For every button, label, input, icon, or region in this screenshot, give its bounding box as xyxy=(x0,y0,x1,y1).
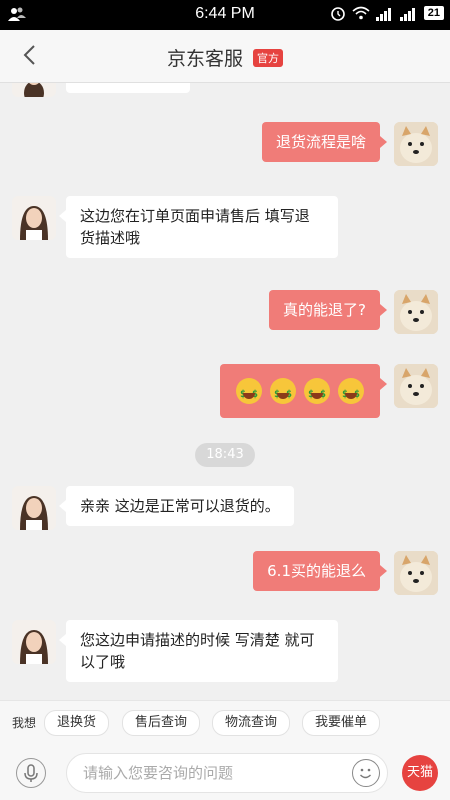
input-bar: 请输入您要咨询的问题 天猫 xyxy=(0,745,450,800)
agent-avatar xyxy=(12,620,56,664)
quick-replies-bar: 我想 退换货 售后查询 物流查询 我要催单 xyxy=(0,700,450,745)
money-face-icon: $$ xyxy=(270,378,296,404)
wifi-icon xyxy=(352,6,370,20)
quick-reply-urge[interactable]: 我要催单 xyxy=(302,710,381,736)
agent-avatar xyxy=(12,486,56,530)
official-badge: 官方 xyxy=(253,48,284,67)
message-bubble-partial xyxy=(66,83,190,93)
user-message: 退货流程是啥 xyxy=(261,122,388,162)
user-emoji-message: $$ $$ $$ $$ xyxy=(220,364,387,418)
user-message: 真的能退了? xyxy=(269,290,387,330)
status-bar: 6:44 PM 21 xyxy=(0,0,450,30)
emoji-icon[interactable] xyxy=(352,759,380,787)
agent-avatar xyxy=(12,83,56,97)
user-avatar xyxy=(394,551,438,595)
microphone-icon[interactable] xyxy=(16,758,46,788)
quick-replies-label: 我想 xyxy=(12,716,37,730)
user-avatar xyxy=(394,122,438,166)
tmall-button[interactable]: 天猫 xyxy=(402,755,438,791)
alarm-icon xyxy=(330,7,345,21)
page-title: 京东客服 xyxy=(166,48,243,70)
chat-timestamp: 18:43 xyxy=(195,443,255,467)
battery-indicator: 21 xyxy=(423,6,444,20)
chat-header: 京东客服 官方 xyxy=(0,30,450,83)
agent-message: 您这边申请描述的时候 写清楚 就可以了哦 xyxy=(59,620,338,682)
user-avatar xyxy=(394,364,438,408)
chat-area[interactable]: 退货流程是啥 这边您在订单页面申请售后 填写退货描述哦 真的能退了? $ $ $ $… xyxy=(0,83,450,698)
money-face-icon: $$ xyxy=(304,378,330,404)
quick-reply-aftersale[interactable]: 售后查询 xyxy=(122,710,201,736)
signal-icon xyxy=(375,5,394,21)
signal-icon xyxy=(399,5,418,21)
agent-message: 亲亲 这边是正常可以退货的。 xyxy=(59,486,294,526)
message-input[interactable]: 请输入您要咨询的问题 xyxy=(66,753,388,793)
user-avatar xyxy=(394,290,438,334)
quick-reply-return[interactable]: 退换货 xyxy=(44,710,110,736)
quick-reply-logistics[interactable]: 物流查询 xyxy=(212,710,291,736)
agent-message: 这边您在订单页面申请售后 填写退货描述哦 xyxy=(59,196,338,258)
money-face-icon: $$ xyxy=(236,378,262,404)
money-face-icon: $$ xyxy=(338,378,364,404)
user-message: 6.1买的能退么 xyxy=(253,551,387,591)
agent-avatar xyxy=(12,196,56,240)
